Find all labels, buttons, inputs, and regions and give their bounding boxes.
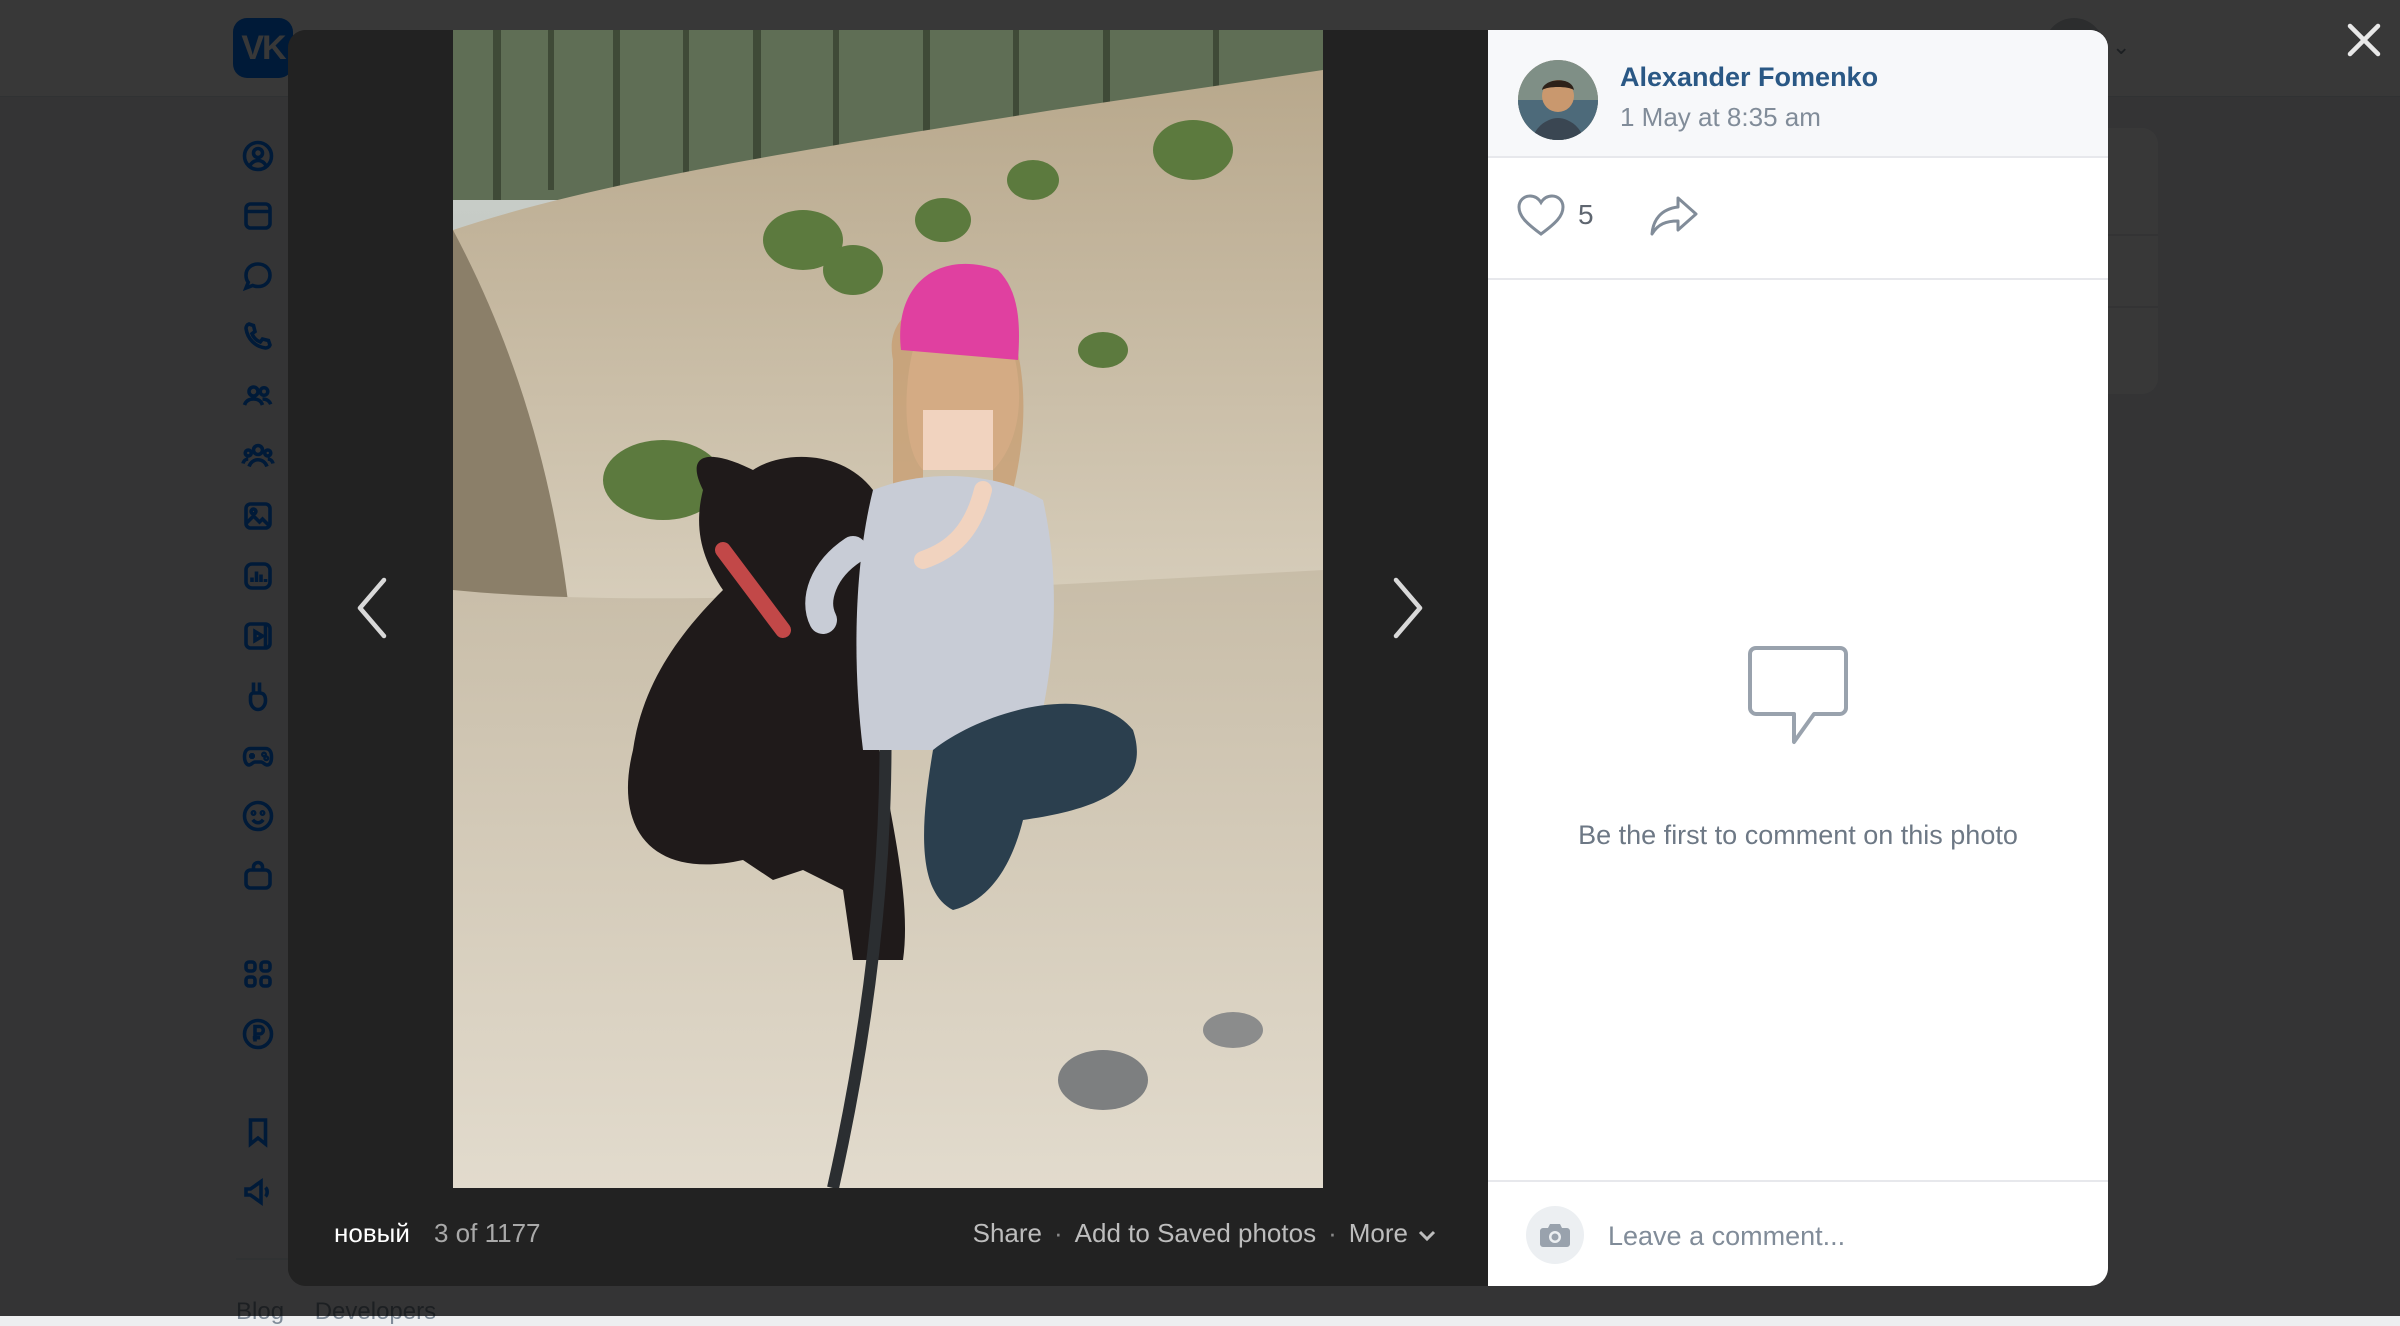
share-icon (1650, 196, 1698, 236)
comments-empty-icon (1744, 644, 1852, 748)
photo-actions: Share · Add to Saved photos · More (973, 1218, 1436, 1249)
chevron-right-icon (1393, 577, 1423, 639)
photo-date[interactable]: 1 May at 8:35 am (1620, 102, 1821, 133)
comment-input[interactable] (1606, 1210, 2080, 1262)
author-name[interactable]: Alexander Fomenko (1620, 62, 1878, 93)
photo-viewer: новый 3 of 1177 Share · Add to Saved pho… (288, 30, 2108, 1286)
attach-photo-button[interactable] (1526, 1206, 1584, 1264)
prev-photo-button[interactable] (342, 558, 402, 658)
photo-image[interactable] (453, 30, 1323, 1188)
heart-icon (1517, 194, 1565, 236)
viewer-bottom-bar: новый 3 of 1177 Share · Add to Saved pho… (288, 1188, 1488, 1286)
more-label: More (1348, 1218, 1408, 1248)
comments-empty-text: Be the first to comment on this photo (1578, 820, 2018, 850)
share-link[interactable]: Share (973, 1218, 1042, 1249)
photo-area: новый 3 of 1177 Share · Add to Saved pho… (288, 30, 1488, 1286)
chevron-down-icon (1408, 1218, 1436, 1249)
camera-icon (1540, 1224, 1570, 1247)
close-viewer-button[interactable] (2338, 14, 2390, 66)
author-header: Alexander Fomenko 1 May at 8:35 am (1488, 30, 2108, 158)
like-button[interactable]: 5 (1516, 192, 1594, 238)
album-name[interactable]: новый (334, 1218, 410, 1249)
photo-info-panel: Alexander Fomenko 1 May at 8:35 am 5 Be … (1488, 30, 2108, 1286)
add-to-saved-link[interactable]: Add to Saved photos (1075, 1218, 1316, 1249)
chevron-left-icon (357, 577, 387, 639)
photo-counter: 3 of 1177 (434, 1218, 541, 1248)
separator-dot: · (1328, 1218, 1337, 1248)
separator-dot: · (1054, 1218, 1063, 1248)
reactions-bar: 5 (1488, 158, 2108, 280)
comment-composer (1488, 1180, 2108, 1286)
like-count: 5 (1578, 199, 1594, 230)
author-avatar[interactable] (1518, 60, 1598, 140)
next-photo-button[interactable] (1378, 558, 1438, 658)
more-menu-button[interactable]: More (1349, 1218, 1436, 1249)
close-icon (2347, 23, 2381, 57)
share-button[interactable] (1648, 194, 1700, 243)
